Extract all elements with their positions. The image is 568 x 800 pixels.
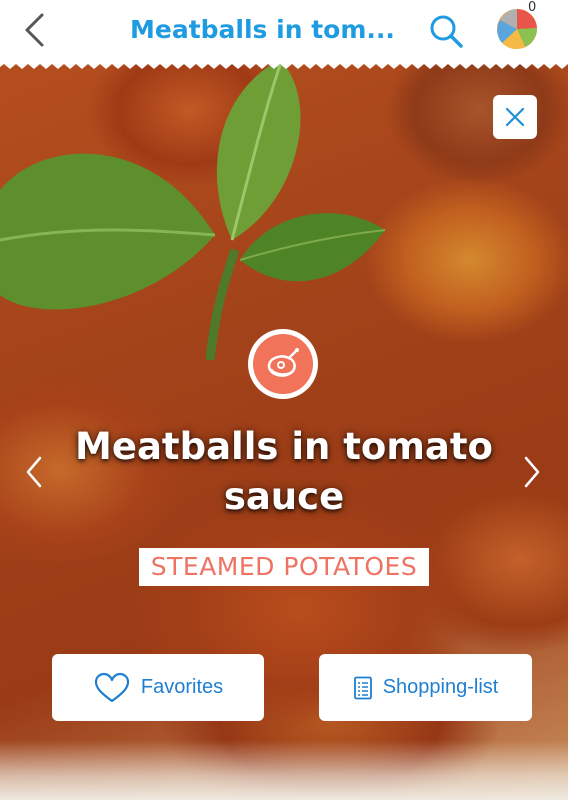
chevron-left-icon [25, 13, 44, 47]
plate-edge [0, 740, 568, 800]
category-badge [248, 329, 318, 399]
back-button[interactable] [14, 9, 54, 51]
heart-icon [94, 672, 129, 702]
next-recipe-button[interactable] [516, 452, 548, 492]
favorites-label: Favorites [140, 676, 224, 698]
shopping-list-button[interactable]: Shopping-list [319, 654, 532, 721]
previous-recipe-button[interactable] [18, 452, 50, 492]
list-icon [353, 676, 372, 699]
favorites-button[interactable]: Favorites [52, 654, 264, 721]
chevron-right-icon [524, 456, 540, 488]
header-zigzag-divider [0, 60, 568, 69]
meat-icon [267, 348, 299, 377]
close-icon [505, 107, 525, 127]
app-header: Meatballs in tom... 0 [0, 0, 568, 60]
recipe-title: Meatballs in tomato sauce [75, 425, 493, 518]
basil-leaves [0, 60, 386, 361]
chevron-left-icon [26, 456, 42, 488]
close-button[interactable] [493, 95, 537, 139]
search-button[interactable] [424, 10, 468, 52]
side-dish-label: STEAMED POTATOES [139, 548, 429, 586]
search-icon [430, 15, 463, 48]
shopping-list-label: Shopping-list [382, 676, 499, 698]
pie-count-badge: 0 [528, 0, 537, 15]
page-title: Meatballs in tom... [130, 15, 395, 44]
